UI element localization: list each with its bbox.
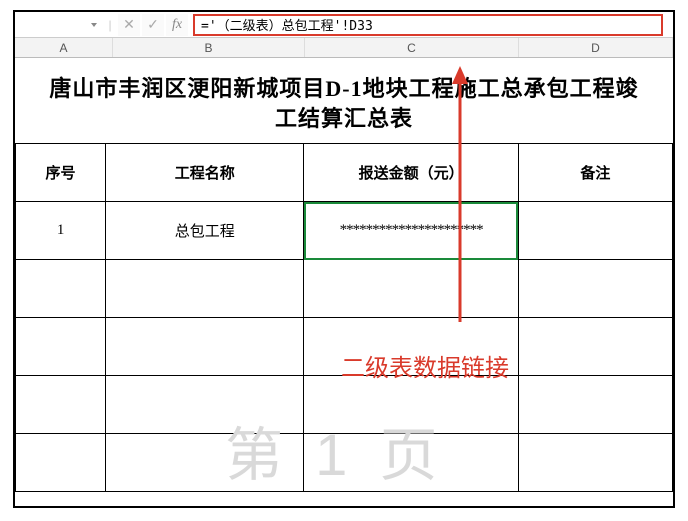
cell-amount-active[interactable]: ********************** — [304, 202, 518, 260]
app-frame: | ✕ ✓ fx ='（二级表）总包工程'!D33 A B C D 唐山市丰润区… — [13, 10, 675, 508]
page-title: 唐山市丰润区浭阳新城项目D-1地块工程施工总承包工程竣工结算汇总表 — [15, 58, 673, 143]
cell-remark[interactable] — [518, 260, 672, 318]
header-remark[interactable]: 备注 — [518, 144, 672, 202]
header-name[interactable]: 工程名称 — [106, 144, 304, 202]
cell-remark[interactable] — [518, 434, 672, 492]
cancel-button[interactable]: ✕ — [118, 14, 140, 36]
cell-name[interactable] — [106, 318, 304, 376]
cell-name[interactable]: 总包工程 — [106, 202, 304, 260]
col-header-a[interactable]: A — [15, 38, 113, 57]
cell-remark[interactable] — [518, 376, 672, 434]
col-header-c[interactable]: C — [305, 38, 519, 57]
table-row: 1 总包工程 ********************** — [16, 202, 673, 260]
cell-seq[interactable] — [16, 318, 106, 376]
separator: | — [103, 14, 117, 36]
table-row — [16, 260, 673, 318]
name-box[interactable] — [23, 14, 103, 36]
cell-amount[interactable] — [304, 376, 518, 434]
chevron-down-icon — [91, 23, 97, 27]
sheet-area: 唐山市丰润区浭阳新城项目D-1地块工程施工总承包工程竣工结算汇总表 序号 工程名… — [15, 58, 673, 492]
cell-seq[interactable] — [16, 376, 106, 434]
col-header-b[interactable]: B — [113, 38, 305, 57]
formula-bar: | ✕ ✓ fx ='（二级表）总包工程'!D33 — [15, 12, 673, 38]
cell-name[interactable] — [106, 376, 304, 434]
cell-seq[interactable] — [16, 434, 106, 492]
cell-remark[interactable] — [518, 202, 672, 260]
col-header-d[interactable]: D — [519, 38, 673, 57]
annotation-text: 二级表数据链接 — [341, 348, 509, 383]
formula-input[interactable]: ='（二级表）总包工程'!D33 — [201, 15, 373, 34]
cell-remark[interactable] — [518, 318, 672, 376]
header-amount[interactable]: 报送金额（元） — [304, 144, 518, 202]
cell-amount[interactable] — [304, 260, 518, 318]
fx-button[interactable]: fx — [166, 14, 188, 36]
confirm-button[interactable]: ✓ — [142, 14, 164, 36]
column-headers: A B C D — [15, 38, 673, 58]
table-header-row: 序号 工程名称 报送金额（元） 备注 — [16, 144, 673, 202]
table-row — [16, 434, 673, 492]
cell-seq[interactable] — [16, 260, 106, 318]
cell-amount[interactable] — [304, 434, 518, 492]
table-row — [16, 376, 673, 434]
cell-seq[interactable]: 1 — [16, 202, 106, 260]
cell-name[interactable] — [106, 260, 304, 318]
cell-name[interactable] — [106, 434, 304, 492]
header-seq[interactable]: 序号 — [16, 144, 106, 202]
formula-input-highlight: ='（二级表）总包工程'!D33 — [193, 14, 663, 36]
data-table: 序号 工程名称 报送金额（元） 备注 1 总包工程 **************… — [15, 143, 673, 492]
